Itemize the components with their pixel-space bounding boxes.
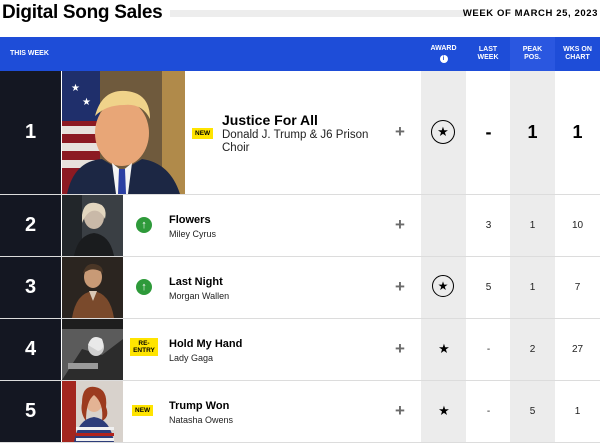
rank-number: 4	[0, 319, 61, 380]
cover-image	[62, 195, 123, 256]
rank-number: 1	[0, 71, 61, 194]
song-title[interactable]: Last Night	[169, 276, 223, 288]
artist-name[interactable]: Morgan Wallen	[169, 291, 229, 301]
rank-number: 5	[0, 381, 61, 442]
artist-name[interactable]: Donald J. Trump & J6 Prison Choir	[222, 129, 387, 155]
svg-text:★: ★	[82, 97, 91, 108]
star-circle-icon: ★	[431, 120, 455, 144]
header-wks-on-chart: WKS ON CHART	[563, 46, 592, 61]
album-art	[62, 319, 123, 380]
info-icon[interactable]: i	[439, 55, 448, 63]
re-entry-badge: RE- ENTRY	[130, 338, 158, 356]
weeks-value: 10	[571, 220, 584, 231]
chart-row[interactable]: 3 ↑ Last Night Morgan Wallen + ★ 5 1 7	[0, 257, 600, 319]
rank-number: 3	[0, 257, 61, 318]
rank-number: 2	[0, 195, 61, 256]
last-week-value: -	[486, 406, 491, 417]
cover-image	[62, 381, 123, 442]
chart-header: THIS WEEK AWARD i LAST WEEK PEAK POS. WK…	[0, 37, 600, 71]
plus-icon[interactable]: +	[395, 277, 405, 297]
header-peak-pos: PEAK POS.	[510, 37, 555, 71]
album-art	[62, 257, 123, 318]
star-circle-icon: ★	[432, 275, 454, 297]
album-art	[62, 195, 123, 256]
chart-row[interactable]: 2 ↑ Flowers Miley Cyrus + 3 1 10	[0, 195, 600, 257]
week-label: WEEK OF MARCH 25, 2023	[462, 8, 598, 19]
peak-value: 2	[529, 344, 536, 355]
cover-image	[62, 319, 123, 380]
header-award-label: AWARD	[430, 45, 457, 52]
last-week-value: -	[486, 344, 491, 355]
weeks-value: 1	[572, 122, 583, 142]
last-week-value: -	[485, 122, 492, 142]
peak-value: 1	[529, 282, 536, 293]
plus-icon[interactable]: +	[395, 122, 405, 142]
title-divider	[170, 10, 466, 17]
song-title[interactable]: Flowers	[169, 214, 211, 226]
portrait-image: ★ ★	[62, 71, 185, 194]
weeks-value: 27	[571, 344, 584, 355]
cover-image	[62, 257, 123, 318]
svg-text:★: ★	[71, 83, 80, 94]
chart-row[interactable]: 1 ★ ★ NEW Justice For All Donald J. Trum	[0, 71, 600, 195]
peak-value: 1	[529, 220, 536, 231]
page-title: Digital Song Sales	[2, 2, 163, 23]
up-arrow-icon: ↑	[136, 279, 152, 295]
weeks-value: 7	[574, 282, 581, 293]
peak-value: 1	[527, 122, 538, 142]
chart-row[interactable]: 5 NEW Trump Won Natasha Owens + ★ - 5 1	[0, 381, 600, 443]
plus-icon[interactable]: +	[395, 339, 405, 359]
header-last-week: LAST WEEK	[477, 46, 499, 61]
last-week-value: 3	[485, 220, 492, 231]
star-icon: ★	[438, 341, 450, 356]
new-badge: NEW	[192, 128, 214, 139]
header-award: AWARD i	[421, 37, 466, 71]
star-icon: ★	[438, 403, 450, 418]
album-art: ★ ★	[62, 71, 185, 194]
song-title[interactable]: Hold My Hand	[169, 338, 242, 350]
chart-row[interactable]: 4 RE- ENTRY Hold My Hand Lady Gaga + ★ -…	[0, 319, 600, 381]
weeks-value: 1	[574, 406, 581, 417]
artist-name[interactable]: Natasha Owens	[169, 415, 233, 425]
peak-value: 5	[529, 406, 536, 417]
album-art	[62, 381, 123, 442]
award-column	[421, 195, 466, 256]
new-badge: NEW	[132, 405, 154, 416]
up-arrow-icon: ↑	[136, 217, 152, 233]
artist-name[interactable]: Lady Gaga	[169, 353, 213, 363]
last-week-value: 5	[485, 282, 492, 293]
header-this-week: THIS WEEK	[10, 50, 49, 57]
song-title[interactable]: Justice For All	[222, 112, 318, 128]
plus-icon[interactable]: +	[395, 401, 405, 421]
artist-name[interactable]: Miley Cyrus	[169, 229, 216, 239]
plus-icon[interactable]: +	[395, 215, 405, 235]
song-title[interactable]: Trump Won	[169, 400, 229, 412]
